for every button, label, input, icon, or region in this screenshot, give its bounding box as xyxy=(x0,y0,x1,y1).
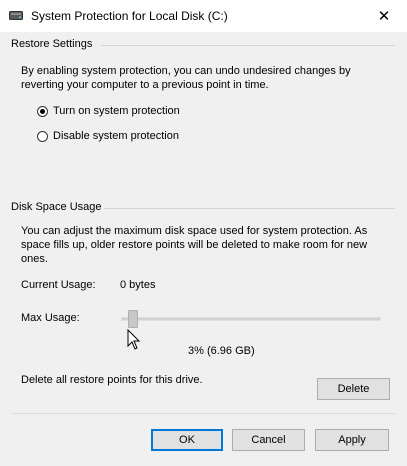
radio-label-disable: Disable system protection xyxy=(53,130,179,142)
title-bar: System Protection for Local Disk (C:) ✕ xyxy=(0,0,407,32)
delete-button[interactable]: Delete xyxy=(317,378,390,400)
close-button[interactable]: ✕ xyxy=(361,0,407,32)
cancel-button[interactable]: Cancel xyxy=(232,429,305,451)
close-icon: ✕ xyxy=(377,8,391,25)
max-usage-value: 3% (6.96 GB) xyxy=(188,345,255,357)
group-divider xyxy=(104,208,395,209)
max-usage-label: Max Usage: xyxy=(21,312,80,324)
group-divider xyxy=(101,45,395,46)
footer-separator xyxy=(11,413,395,414)
window-title: System Protection for Local Disk (C:) xyxy=(31,9,228,23)
mouse-cursor-icon xyxy=(127,329,141,350)
max-usage-slider-thumb[interactable] xyxy=(128,310,138,328)
delete-restore-points-text: Delete all restore points for this drive… xyxy=(21,374,203,386)
dialog-body: Restore Settings By enabling system prot… xyxy=(0,32,407,466)
restore-settings-description: By enabling system protection, you can u… xyxy=(21,65,351,91)
radio-button-unchecked[interactable] xyxy=(37,131,48,142)
disk-space-description: You can adjust the maximum disk space us… xyxy=(21,225,368,265)
drive-icon xyxy=(9,11,23,20)
radio-button-checked[interactable] xyxy=(37,106,48,117)
apply-button[interactable]: Apply xyxy=(315,429,389,451)
disk-space-header: Disk Space Usage xyxy=(11,201,102,213)
delete-button-label: Delete xyxy=(337,383,370,395)
restore-settings-header: Restore Settings xyxy=(11,38,93,50)
current-usage-label: Current Usage: xyxy=(21,279,96,291)
radio-label-turn-on: Turn on system protection xyxy=(53,105,180,117)
apply-button-label: Apply xyxy=(338,434,366,446)
ok-button[interactable]: OK xyxy=(151,429,223,451)
ok-button-label: OK xyxy=(179,434,195,446)
cancel-button-label: Cancel xyxy=(251,434,286,446)
max-usage-slider-track[interactable] xyxy=(121,317,381,321)
current-usage-value: 0 bytes xyxy=(120,279,156,291)
